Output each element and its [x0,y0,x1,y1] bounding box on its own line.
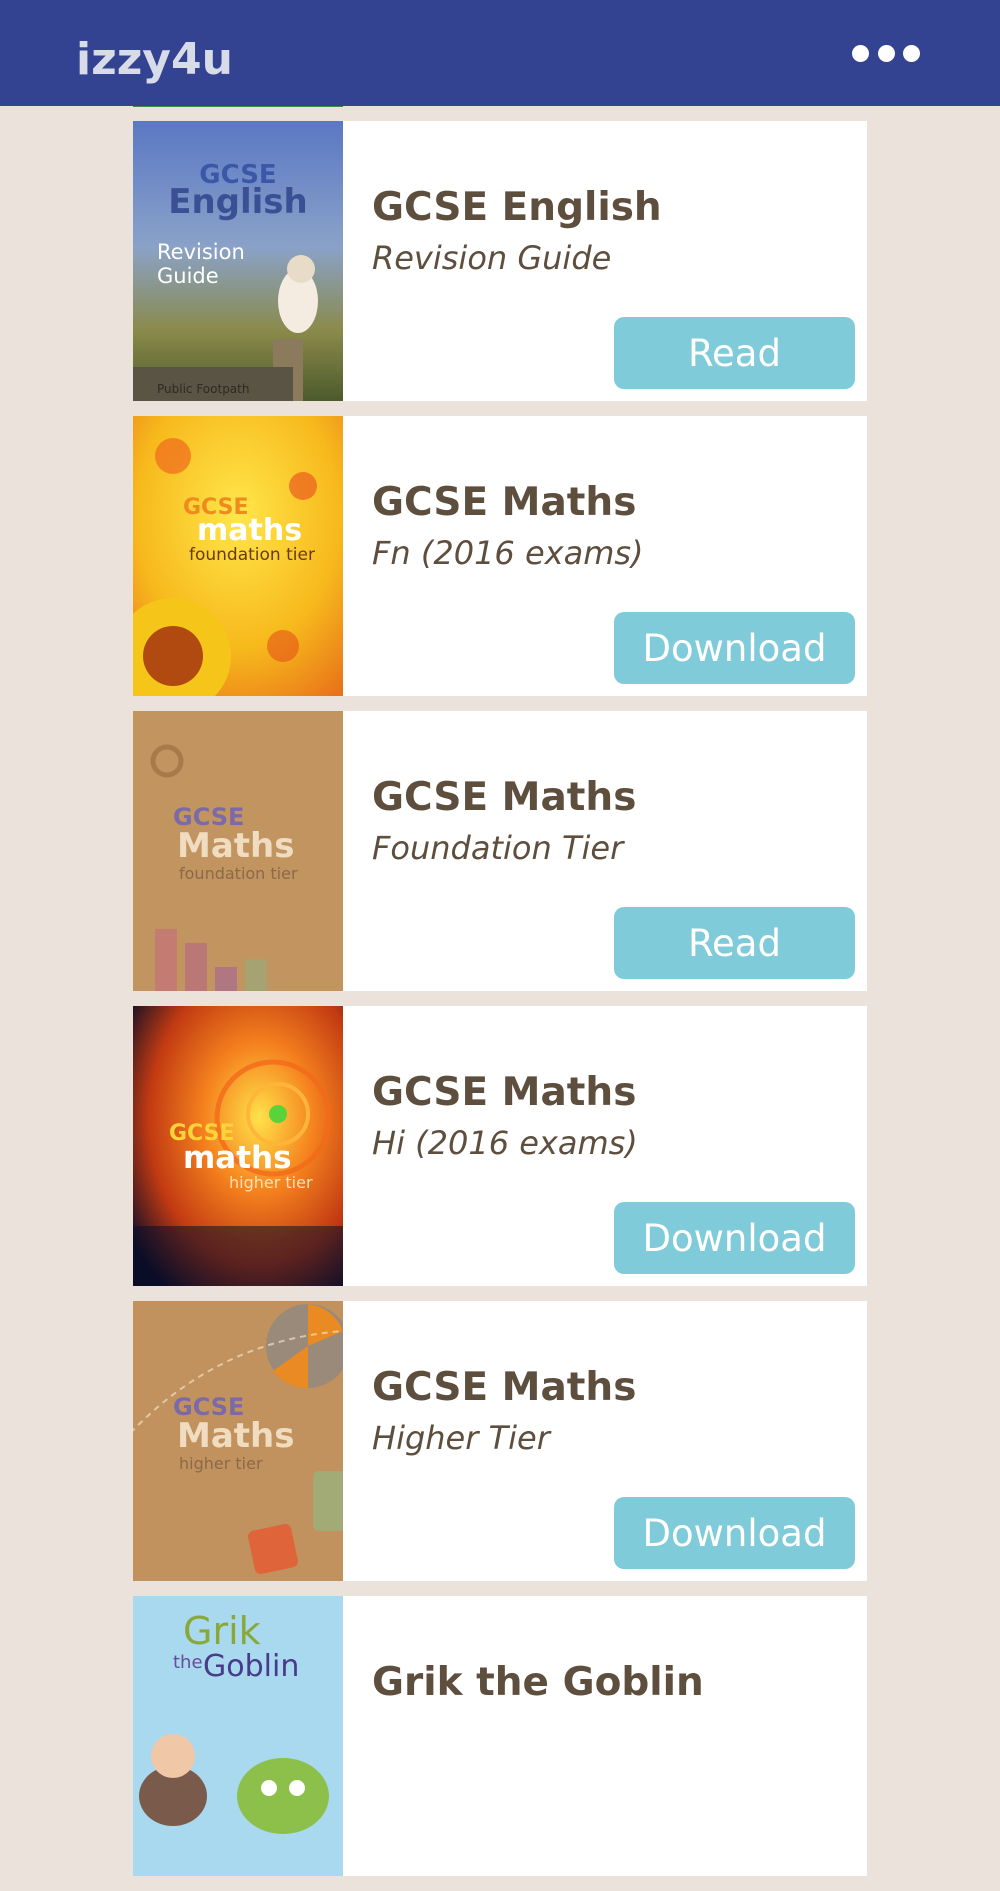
read-button[interactable]: Read [614,907,855,979]
more-dots-icon [903,44,920,62]
cover-text: Grik [183,1609,261,1653]
book-title[interactable]: GCSE Maths [372,480,636,525]
book-subtitle: Higher Tier [372,1419,550,1457]
book-card: GCSE Maths higher tier GCSE Maths Higher… [133,1301,867,1581]
cover-text: English [168,182,308,222]
app-header: izzy4u [0,0,1000,106]
book-card: GCSE maths higher tier GCSE Maths Hi (20… [133,1006,867,1286]
book-title[interactable]: GCSE English [372,185,662,230]
book-card: GCSE maths foundation tier GCSE Maths Fn… [133,416,867,696]
cover-text: Guide [157,264,219,288]
book-subtitle: Revision Guide [372,239,612,277]
book-subtitle: Foundation Tier [372,829,624,867]
book-cover-image[interactable]: GCSE Maths higher tier [133,1301,343,1581]
more-dots-icon [852,44,869,62]
cover-text: Goblin [203,1649,299,1684]
book-list: GCSE English Revision Guide Public Footp… [133,121,867,1891]
book-title[interactable]: Grik the Goblin [372,1660,704,1705]
book-card: GCSE English Revision Guide Public Footp… [133,121,867,401]
cover-text: Public Footpath [157,382,249,396]
book-cover-image[interactable]: GCSE Maths foundation tier [133,711,343,991]
cover-text: higher tier [229,1173,313,1192]
book-title[interactable]: GCSE Maths [372,1070,636,1115]
book-subtitle: Hi (2016 exams) [372,1124,638,1162]
cover-text: Maths [177,826,294,866]
more-dots-icon [877,44,895,62]
logo-text: izzy4u [76,36,233,85]
book-subtitle: Fn (2016 exams) [372,534,644,572]
izzy4u-logo[interactable]: izzy4u [76,34,244,86]
cover-text: foundation tier [189,545,315,565]
cover-text: maths [183,1140,292,1176]
cover-text: Maths [177,1416,294,1456]
more-menu-button[interactable] [852,38,920,68]
download-button[interactable]: Download [614,612,855,684]
cover-text: higher tier [179,1454,263,1473]
book-card: GCSE Maths foundation tier GCSE Maths Fo… [133,711,867,991]
cover-text: foundation tier [179,864,298,883]
book-cover-image[interactable]: Grik the Goblin [133,1596,343,1876]
book-title[interactable]: GCSE Maths [372,775,636,820]
book-cover-image[interactable]: GCSE maths foundation tier [133,416,343,696]
cover-text: the [173,1652,203,1673]
download-button[interactable]: Download [614,1497,855,1569]
cover-text: maths [197,513,302,548]
book-cover-image[interactable]: GCSE English Revision Guide Public Footp… [133,121,343,401]
book-title[interactable]: GCSE Maths [372,1365,636,1410]
download-button[interactable]: Download [614,1202,855,1274]
cover-text: Revision [157,240,245,264]
book-cover-image[interactable]: GCSE maths higher tier [133,1006,343,1286]
book-card: Grik the Goblin Grik the Goblin [133,1596,867,1876]
read-button[interactable]: Read [614,317,855,389]
